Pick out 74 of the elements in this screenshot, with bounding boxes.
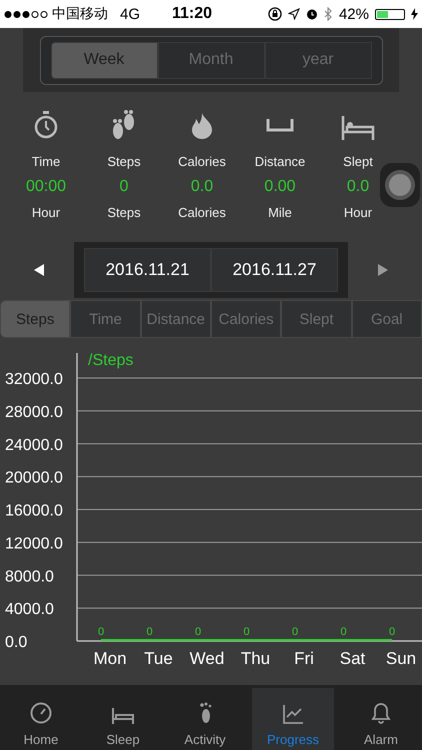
metric-tab[interactable]: Distance [140,300,211,338]
end-date[interactable]: 2016.11.27 [211,248,338,292]
signal-icon [4,10,48,18]
x-tick-label: Sun [386,649,416,668]
tab-bar-item[interactable]: Alarm [340,685,422,750]
stat-label: Slept [343,154,373,169]
tab-bar-item[interactable]: Home [0,685,82,750]
x-tick-label: Tue [144,649,173,668]
x-tick-label: Thu [240,649,270,668]
data-label: 0 [194,626,202,638]
y-tick-label: 24000.0 [5,436,63,454]
y-tick-label: 28000.0 [5,404,63,421]
metric-tab[interactable]: Slept [281,300,352,338]
y-tick-label: 32000.0 [5,371,63,388]
data-label: 0 [98,626,104,638]
y-tick-label: 0.0 [5,634,28,651]
stat-value: 0.0 [190,178,214,196]
y-tick-label: 8000.0 [5,568,54,586]
period-tab[interactable]: Month [158,42,264,78]
data-label: 0 [388,626,396,638]
stat-label: Calories [178,154,226,169]
floating-button[interactable] [380,163,420,207]
y-tick-label: 12000.0 [5,535,63,552]
y-tick-label: 4000.0 [5,601,54,618]
y-tick-label: 20000.0 [5,470,63,487]
stat-unit: Steps [107,205,141,220]
stat-value: 0.0 [346,178,370,196]
previous-arrow-icon[interactable] [32,263,46,277]
x-tick-label: Mon [93,649,127,668]
carrier-name: 中国移动 [52,5,108,23]
bluetooth-icon [324,7,333,21]
stat-label: Distance [254,154,306,169]
x-tick-label: Sat [340,649,366,668]
alarm-clock-icon [306,8,318,20]
footprint-icon [197,702,213,724]
gauge-icon [30,702,52,724]
x-tick-label: Fri [294,649,314,668]
x-tick-label: Wed [190,649,224,668]
period-tab[interactable]: Week [50,42,158,78]
battery-percent: 42% [338,6,369,22]
metric-tab[interactable]: Calories [210,300,282,338]
stopwatch-icon [33,110,59,140]
stat-value: 00:00 [26,178,66,196]
stat-value: 0 [120,178,128,196]
location-icon [288,8,300,20]
axis-unit-label: /Steps [88,352,134,369]
stat-unit: Mile [268,205,292,220]
bell-icon [371,702,391,724]
tab-bar-item[interactable]: Progress [252,688,334,750]
data-label: 0 [146,626,153,638]
stat-unit: Hour [32,205,60,220]
start-date[interactable]: 2016.11.21 [84,248,211,292]
metric-tab[interactable]: Steps [0,300,70,338]
tab-bar-item[interactable]: Activity [164,685,246,750]
clock-time: 11:20 [172,5,212,23]
metric-tab[interactable]: Goal [352,300,422,338]
network-type: 4G [120,6,140,22]
stat-label: Time [32,154,60,169]
line-chart-icon [282,704,304,724]
period-tab[interactable]: year [264,42,372,78]
rotation-lock-icon [268,7,282,21]
next-arrow-icon[interactable] [376,263,390,277]
stat-unit: Calories [178,205,226,220]
stat-value: 0.00 [264,178,296,196]
tab-bar-item[interactable]: Sleep [82,685,164,750]
y-tick-label: 16000.0 [5,502,63,520]
data-label: 0 [243,626,250,638]
metric-tab[interactable]: Time [70,300,141,338]
stat-unit: Hour [344,205,372,220]
stat-label: Steps [107,154,141,169]
battery-icon [375,8,405,20]
data-label: 0 [292,626,298,638]
charging-icon [411,8,418,20]
data-label: 0 [340,626,347,638]
